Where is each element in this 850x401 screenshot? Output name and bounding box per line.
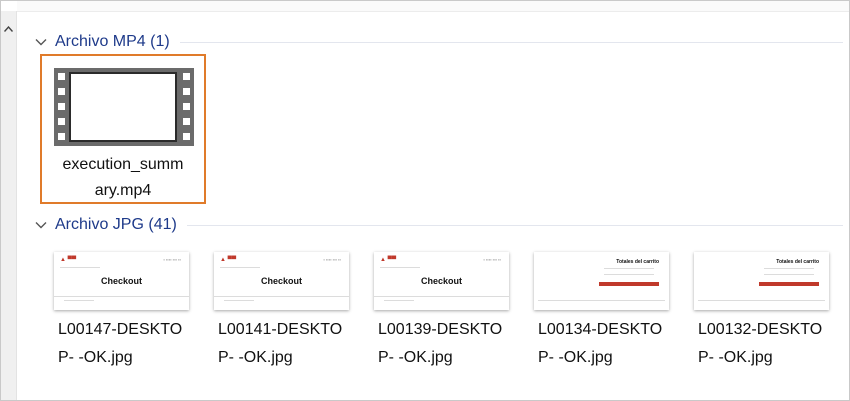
file-name-line: P- -OK.jpg — [218, 349, 293, 366]
thumbnail-heading: Checkout — [260, 276, 302, 286]
image-thumbnail: ▲ ▀▀ ▪ ▪▪▪▪ ▪▪▪ ▪▪ Checkout — [214, 252, 349, 310]
file-tile-l00139[interactable]: ▲ ▀▀ ▪ ▪▪▪▪ ▪▪▪ ▪▪ Checkout L00139-DESKT… — [374, 252, 514, 372]
top-strip — [17, 1, 849, 12]
file-tile-l00147[interactable]: ▲ ▀▀ ▪ ▪▪▪▪ ▪▪▪ ▪▪ Checkout L00147-DESKT… — [54, 252, 194, 372]
file-tile-execution-summary[interactable]: execution_summ ary.mp4 — [40, 54, 206, 204]
group-header-mp4[interactable]: Archivo MP4 (1) — [33, 31, 843, 53]
file-tile-l00141[interactable]: ▲ ▀▀ ▪ ▪▪▪▪ ▪▪▪ ▪▪ Checkout L00141-DESKT… — [214, 252, 354, 372]
file-name-line: L00134-DESKTO — [538, 321, 663, 338]
film-strip-icon — [54, 68, 194, 146]
chevron-down-icon[interactable] — [33, 34, 49, 50]
file-browser: Archivo MP4 (1) execution_summ ary.mp4 A… — [0, 0, 850, 401]
file-name-line: P- -OK.jpg — [58, 349, 133, 366]
file-tile-l00134[interactable]: Totales del carrito L00134-DESKTO P- -OK… — [534, 252, 674, 372]
file-name-line: P- -OK.jpg — [378, 349, 453, 366]
file-name-line: P- -OK.jpg — [698, 349, 773, 366]
thumbnail-heading: Checkout — [100, 276, 142, 286]
image-thumbnail: Totales del carrito — [534, 252, 669, 310]
image-thumbnail: ▲ ▀▀ ▪ ▪▪▪▪ ▪▪▪ ▪▪ Checkout — [374, 252, 509, 310]
file-name-line: L00141-DESKTO — [218, 321, 343, 338]
thumbnail-heading: Totales del carrito — [616, 259, 659, 265]
chevron-down-icon[interactable] — [33, 217, 49, 233]
group-header-jpg[interactable]: Archivo JPG (41) — [33, 214, 843, 236]
group-divider — [186, 224, 843, 226]
group-divider — [179, 41, 843, 43]
image-thumbnail: Totales del carrito — [694, 252, 829, 310]
thumbnail-heading: Checkout — [420, 276, 462, 286]
group-title-mp4: Archivo MP4 (1) — [55, 33, 170, 50]
brand-logo-icon: ▲ ▀▀ — [380, 257, 397, 263]
group-title-jpg: Archivo JPG (41) — [55, 216, 177, 233]
file-tile-l00132[interactable]: Totales del carrito L00132-DESKTO P- -OK… — [694, 252, 834, 372]
file-name-line: execution_summ — [62, 156, 184, 173]
file-name-line: L00139-DESKTO — [378, 321, 503, 338]
file-name-line: L00132-DESKTO — [698, 321, 823, 338]
image-thumbnail: ▲ ▀▀ ▪ ▪▪▪▪ ▪▪▪ ▪▪ Checkout — [54, 252, 189, 310]
thumbnail-heading: Totales del carrito — [776, 259, 819, 265]
file-name-line: ary.mp4 — [94, 182, 152, 199]
scroll-up-button[interactable] — [1, 21, 16, 37]
file-name-line: L00147-DESKTO — [58, 321, 183, 338]
vertical-scrollbar[interactable] — [1, 11, 17, 400]
chevron-up-icon — [4, 26, 13, 32]
brand-logo-icon: ▲ ▀▀ — [220, 257, 237, 263]
brand-logo-icon: ▲ ▀▀ — [60, 257, 77, 263]
file-name-line: P- -OK.jpg — [538, 349, 613, 366]
